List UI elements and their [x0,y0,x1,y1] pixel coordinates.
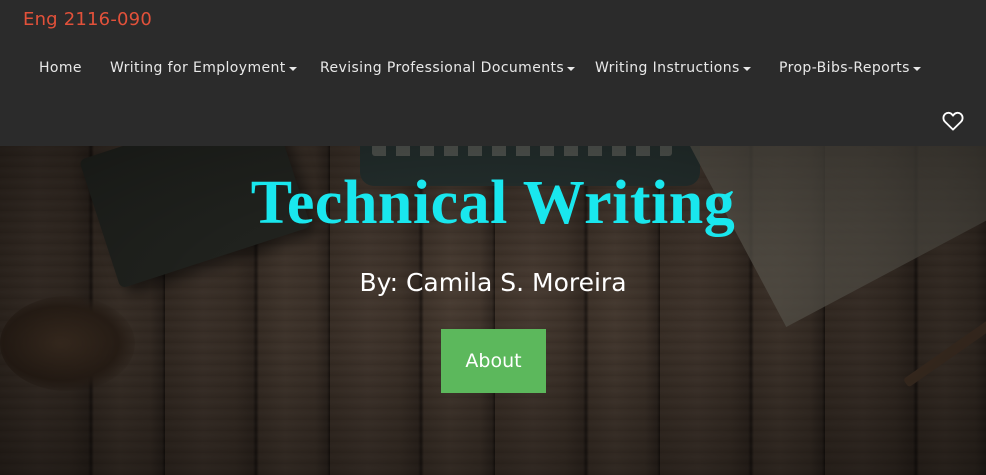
heart-outline-icon [942,111,964,131]
nav-item-revising-professional-documents[interactable]: Revising Professional Documents [320,60,576,76]
site-title-link[interactable]: Eng 2116-090 [23,9,152,30]
hero-section: Technical Writing By: Camila S. Moreira … [0,146,986,475]
nav-item-writing-for-employment[interactable]: Writing for Employment [110,60,297,76]
caret-down-icon [912,66,921,71]
caret-down-icon [742,66,751,71]
favorite-button[interactable] [942,111,964,131]
nav-item-label: Prop-Bibs-Reports [779,60,910,76]
page: Eng 2116-090 Home Writing for Employment… [0,0,986,475]
site-header: Eng 2116-090 Home Writing for Employment… [0,0,986,146]
hero-title: Technical Writing [250,169,736,237]
nav-item-label: Revising Professional Documents [320,60,565,76]
nav-item-label: Writing Instructions [595,60,740,76]
nav-item-writing-instructions[interactable]: Writing Instructions [595,60,751,76]
nav-item-label: Home [39,60,82,76]
about-button[interactable]: About [441,329,546,393]
nav-item-home[interactable]: Home [39,60,82,76]
caret-down-icon [567,66,576,71]
caret-down-icon [288,66,297,71]
nav-item-prop-bibs-reports[interactable]: Prop-Bibs-Reports [779,60,921,76]
hero-subtitle: By: Camila S. Moreira [359,268,627,297]
nav-item-label: Writing for Employment [110,60,286,76]
main-nav: Home Writing for Employment Revising Pro… [0,60,986,82]
